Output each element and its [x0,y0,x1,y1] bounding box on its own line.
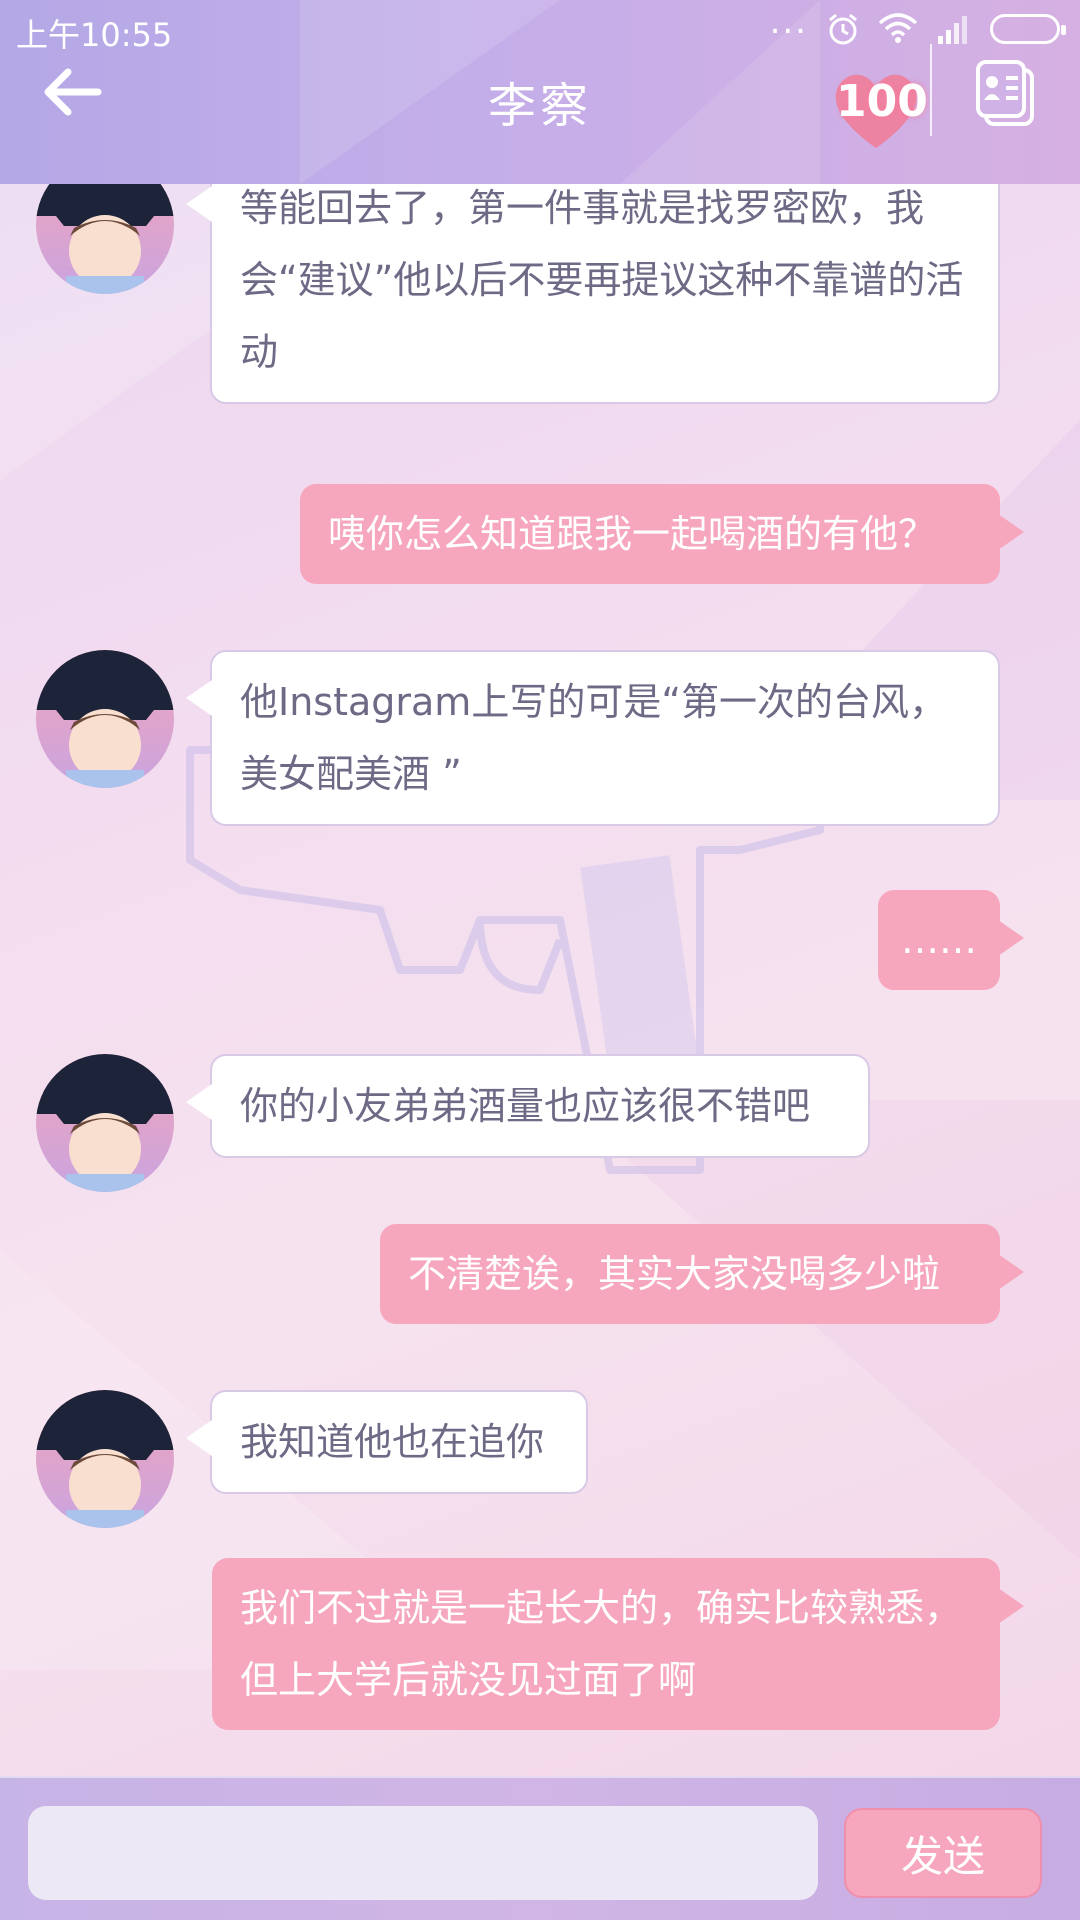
contact-avatar[interactable] [36,1054,174,1192]
bubble-tail [998,1254,1024,1290]
chat-message-list[interactable]: 等能回去了，第一件事就是找罗密欧，我会“建议”他以后不要再提议这种不靠谱的活动 … [0,184,1080,1776]
incoming-message-bubble: 你的小友弟弟酒量也应该很不错吧 [210,1054,870,1158]
affection-counter: 100 [836,76,928,127]
contact-avatar[interactable] [36,184,174,294]
outgoing-message-bubble: …… [878,890,1000,990]
header-divider [930,44,932,136]
bubble-tail [186,1084,212,1120]
incoming-message-bubble: 他Instagram上写的可是“第一次的台风，美女配美酒 ” [210,650,1000,826]
app-header: 上午10:55 ... 李察 100 [0,0,1080,184]
contact-avatar[interactable] [36,1390,174,1528]
outgoing-message-bubble: 咦你怎么知道跟我一起喝酒的有他？ [300,484,1000,584]
bubble-tail [998,1588,1024,1624]
battery-icon [990,14,1066,44]
incoming-message-bubble: 我知道他也在追你 [210,1390,588,1494]
outgoing-message-bubble: 不清楚诶，其实大家没喝多少啦 [380,1224,1000,1324]
profile-card-icon[interactable] [976,60,1036,126]
signal-icon [938,16,967,44]
incoming-message-bubble: 等能回去了，第一件事就是找罗密欧，我会“建议”他以后不要再提议这种不靠谱的活动 [210,184,1000,404]
status-dots: ... [769,2,808,42]
alarm-icon [829,13,857,45]
bubble-tail [186,1420,212,1456]
send-button[interactable]: 发送 [844,1808,1042,1898]
outgoing-message-bubble: 我们不过就是一起长大的，确实比较熟悉，但上大学后就没见过面了啊 [212,1558,1000,1730]
status-time: 上午10:55 [16,16,173,54]
wifi-icon [878,13,918,43]
message-composer: 发送 [0,1776,1080,1920]
bubble-tail [998,514,1024,550]
bubble-tail [998,920,1024,956]
bubble-tail [186,186,212,222]
contact-avatar[interactable] [36,650,174,788]
status-icons: ... [769,2,1066,46]
bubble-tail [186,680,212,716]
message-input[interactable] [28,1806,818,1900]
